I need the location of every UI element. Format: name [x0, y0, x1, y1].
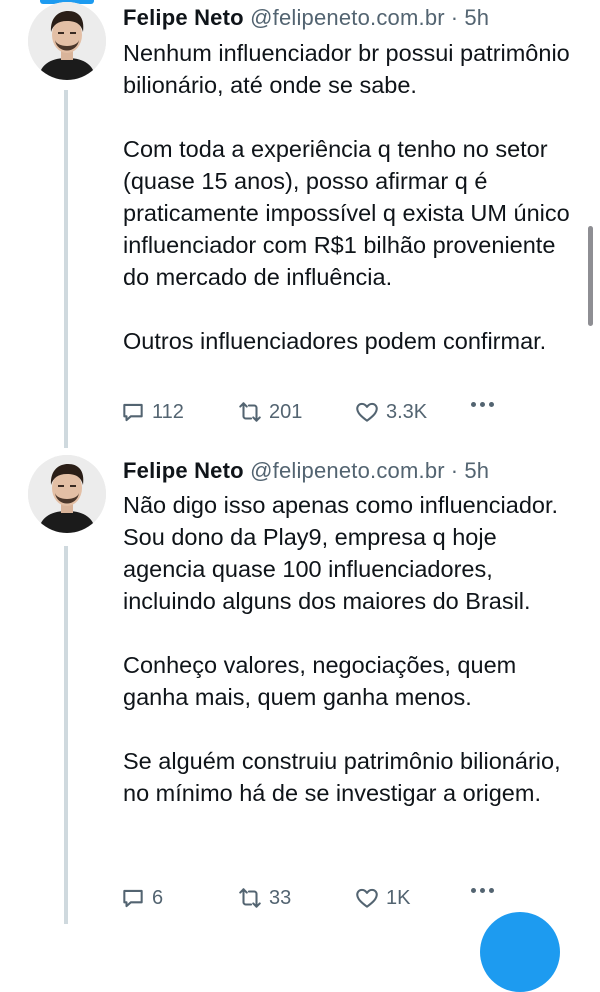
tweet-text: Nenhum influenciador br possui patrimôni…: [123, 37, 583, 357]
reply-icon: [120, 885, 146, 911]
author-name[interactable]: Felipe Neto: [123, 5, 244, 30]
more-icon[interactable]: [471, 402, 494, 407]
tweet[interactable]: Felipe Neto @felipeneto.com.br · 5h Nenhum…: [0, 0, 600, 440]
separator: ·: [450, 458, 459, 483]
scrollbar[interactable]: [588, 226, 593, 326]
avatar[interactable]: [28, 455, 106, 533]
reply-count: 112: [152, 400, 184, 423]
like-button[interactable]: 3.3K: [354, 394, 427, 430]
tweet-text: Não digo isso apenas como influenciador.…: [123, 489, 583, 809]
reply-button[interactable]: 112: [120, 394, 184, 430]
author-name[interactable]: Felipe Neto: [123, 458, 244, 483]
tweet-paragraph: Outros influenciadores podem confirmar.: [123, 328, 547, 354]
tweet[interactable]: Felipe Neto @felipeneto.com.br · 5h Não di…: [0, 453, 600, 924]
author-handle[interactable]: @felipeneto.com.br: [250, 458, 445, 483]
author-handle[interactable]: @felipeneto.com.br: [250, 5, 445, 30]
tweet-paragraph: Nenhum influenciador br possui patrimôni…: [123, 40, 570, 98]
retweet-icon: [237, 885, 263, 911]
tweet-paragraph: Conheço valores, negociações, quem ganha…: [123, 652, 517, 710]
timestamp[interactable]: 5h: [464, 5, 489, 30]
heart-icon: [354, 885, 380, 911]
tweet-header: Felipe Neto @felipeneto.com.br · 5h: [123, 1, 489, 35]
like-count: 1K: [386, 886, 411, 909]
like-button[interactable]: 1K: [354, 880, 410, 916]
timestamp[interactable]: 5h: [464, 458, 489, 483]
more-icon[interactable]: [471, 888, 494, 893]
reply-button[interactable]: 6: [120, 880, 163, 916]
heart-icon: [354, 399, 380, 425]
reply-icon: [120, 399, 146, 425]
retweet-count: 201: [269, 400, 303, 423]
reply-count: 6: [152, 886, 164, 909]
avatar[interactable]: [28, 2, 106, 80]
tweet-paragraph: Com toda a experiência q tenho no setor …: [123, 136, 570, 290]
retweet-button[interactable]: 33: [237, 880, 291, 916]
retweet-button[interactable]: 201: [237, 394, 302, 430]
like-count: 3.3K: [386, 400, 428, 423]
tweet-paragraph: Se alguém construiu patrimônio bilionári…: [123, 748, 561, 806]
separator: ·: [450, 5, 459, 30]
tweet-header: Felipe Neto @felipeneto.com.br · 5h: [123, 454, 489, 488]
compose-button[interactable]: [480, 912, 560, 992]
retweet-count: 33: [269, 886, 292, 909]
tweet-paragraph: Não digo isso apenas como influenciador.…: [123, 492, 559, 614]
retweet-icon: [237, 399, 263, 425]
